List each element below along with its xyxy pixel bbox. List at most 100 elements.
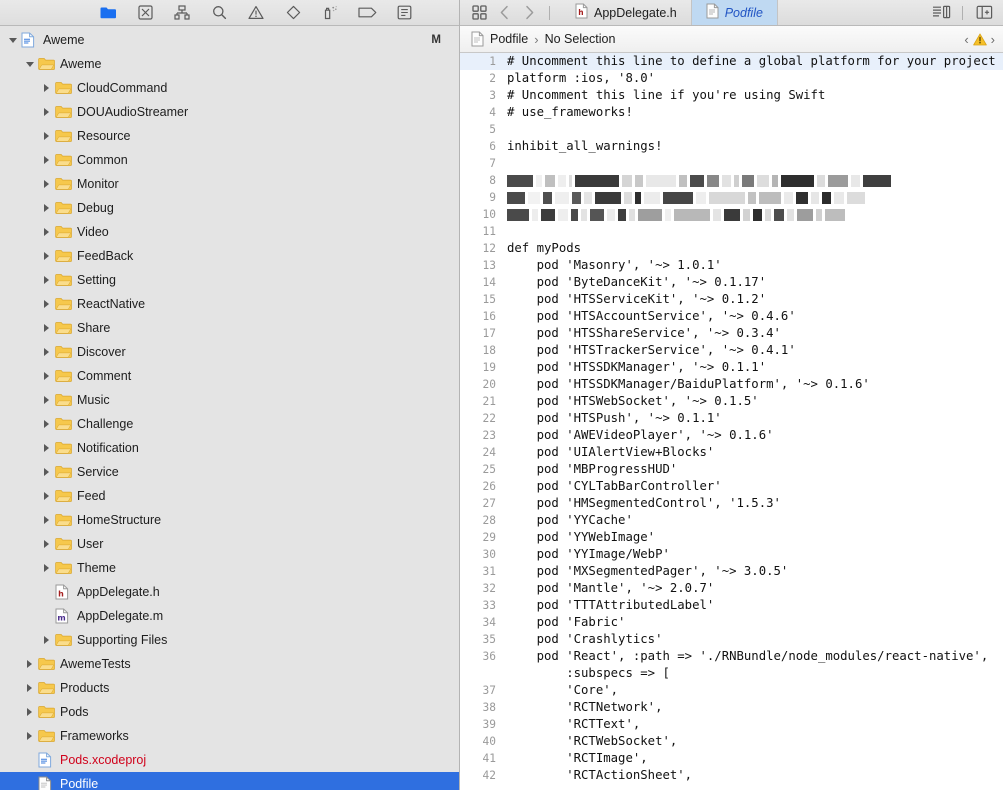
- file-tree-row[interactable]: Video: [0, 220, 459, 244]
- code-line[interactable]: 8: [460, 172, 1003, 189]
- code-line[interactable]: 26 pod 'CYLTabBarController': [460, 478, 1003, 495]
- file-tree-row[interactable]: AwemeTests: [0, 652, 459, 676]
- disclosure-triangle-closed[interactable]: [23, 730, 36, 743]
- code-line[interactable]: 12 def myPods: [460, 240, 1003, 257]
- assistant-editor-icon[interactable]: [973, 2, 995, 24]
- disclosure-triangle-closed[interactable]: [23, 706, 36, 719]
- disclosure-triangle-closed[interactable]: [40, 130, 53, 143]
- file-tree-row[interactable]: Setting: [0, 268, 459, 292]
- debug-navigator-tab[interactable]: [320, 4, 340, 22]
- code-line[interactable]: 24 pod 'UIAlertView+Blocks': [460, 444, 1003, 461]
- file-tree-row[interactable]: Pods: [0, 700, 459, 724]
- code-line[interactable]: 23 pod 'AWEVideoPlayer', '~> 0.1.6': [460, 427, 1003, 444]
- file-tree-row[interactable]: Discover: [0, 340, 459, 364]
- code-line[interactable]: 41 'RCTImage',: [460, 750, 1003, 767]
- file-tree-row[interactable]: Pods.xcodeproj: [0, 748, 459, 772]
- code-line[interactable]: 7: [460, 155, 1003, 172]
- code-line[interactable]: 34 pod 'Fabric': [460, 614, 1003, 631]
- disclosure-triangle-closed[interactable]: [40, 394, 53, 407]
- code-line[interactable]: 21 pod 'HTSWebSocket', '~> 0.1.5': [460, 393, 1003, 410]
- code-line[interactable]: 18 pod 'HTSTrackerService', '~> 0.4.1': [460, 342, 1003, 359]
- code-line[interactable]: 1 # Uncomment this line to define a globa…: [460, 53, 1003, 70]
- code-line[interactable]: 11: [460, 223, 1003, 240]
- disclosure-triangle-closed[interactable]: [40, 514, 53, 527]
- code-line[interactable]: 20 pod 'HTSSDKManager/BaiduPlatform', '~…: [460, 376, 1003, 393]
- jumpbar-filename[interactable]: Podfile: [490, 32, 528, 46]
- chevron-right-icon[interactable]: ›: [991, 32, 995, 47]
- code-line[interactable]: 6 inhibit_all_warnings!: [460, 138, 1003, 155]
- code-line[interactable]: 42 'RCTActionSheet',: [460, 767, 1003, 784]
- disclosure-triangle-closed[interactable]: [40, 106, 53, 119]
- code-line[interactable]: 17 pod 'HTSShareService', '~> 0.3.4': [460, 325, 1003, 342]
- disclosure-triangle-closed[interactable]: [40, 490, 53, 503]
- file-tree-row[interactable]: Frameworks: [0, 724, 459, 748]
- disclosure-triangle-closed[interactable]: [40, 226, 53, 239]
- code-line[interactable]: 13 pod 'Masonry', '~> 1.0.1': [460, 257, 1003, 274]
- code-line[interactable]: 15 pod 'HTSServiceKit', '~> 0.1.2': [460, 291, 1003, 308]
- disclosure-triangle-closed[interactable]: [40, 370, 53, 383]
- file-tree-row[interactable]: Service: [0, 460, 459, 484]
- file-tree-row[interactable]: User: [0, 532, 459, 556]
- disclosure-triangle-closed[interactable]: [40, 202, 53, 215]
- related-items-icon[interactable]: [468, 2, 490, 24]
- file-tree-row[interactable]: m AppDelegate.m: [0, 604, 459, 628]
- code-line[interactable]: 35 pod 'Crashlytics': [460, 631, 1003, 648]
- file-tree-row[interactable]: Products: [0, 676, 459, 700]
- find-navigator-tab[interactable]: [209, 4, 229, 22]
- file-tree-row[interactable]: Comment: [0, 364, 459, 388]
- project-navigator-tab[interactable]: [98, 4, 118, 22]
- disclosure-triangle-closed[interactable]: [40, 298, 53, 311]
- code-line[interactable]: 10: [460, 206, 1003, 223]
- code-line[interactable]: 22 pod 'HTSPush', '~> 0.1.1': [460, 410, 1003, 427]
- code-line[interactable]: 31 pod 'MXSegmentedPager', '~> 3.0.5': [460, 563, 1003, 580]
- file-tree[interactable]: Aweme M Aweme CloudCommand DOUAudioStreamer R…: [0, 26, 459, 790]
- tab-appdelegate-h[interactable]: h AppDelegate.h: [561, 0, 692, 25]
- disclosure-triangle-closed[interactable]: [40, 154, 53, 167]
- code-line[interactable]: 33 pod 'TTTAttributedLabel': [460, 597, 1003, 614]
- file-tree-row-selected[interactable]: Podfile: [0, 772, 459, 790]
- code-line[interactable]: 39 'RCTText',: [460, 716, 1003, 733]
- code-line[interactable]: :subspecs => [: [460, 665, 1003, 682]
- disclosure-triangle-closed[interactable]: [40, 250, 53, 263]
- disclosure-triangle-open[interactable]: [23, 58, 36, 71]
- file-tree-row[interactable]: Feed: [0, 484, 459, 508]
- file-tree-row[interactable]: Notification: [0, 436, 459, 460]
- disclosure-triangle-closed[interactable]: [40, 178, 53, 191]
- file-tree-row[interactable]: Resource: [0, 124, 459, 148]
- code-line[interactable]: 28 pod 'YYCache': [460, 512, 1003, 529]
- file-tree-row[interactable]: Aweme M: [0, 28, 459, 52]
- issue-navigator-tab[interactable]: [246, 4, 266, 22]
- standard-editor-icon[interactable]: [930, 2, 952, 24]
- disclosure-triangle-closed[interactable]: [23, 658, 36, 671]
- code-line[interactable]: 38 'RCTNetwork',: [460, 699, 1003, 716]
- code-editor[interactable]: 1 # Uncomment this line to define a globa…: [460, 53, 1003, 790]
- file-tree-row[interactable]: Share: [0, 316, 459, 340]
- code-line[interactable]: 40 'RCTWebSocket',: [460, 733, 1003, 750]
- tab-podfile[interactable]: Podfile: [691, 0, 778, 25]
- disclosure-triangle-closed[interactable]: [40, 82, 53, 95]
- code-line[interactable]: 16 pod 'HTSAccountService', '~> 0.4.6': [460, 308, 1003, 325]
- file-tree-row[interactable]: Challenge: [0, 412, 459, 436]
- code-line[interactable]: 30 pod 'YYImage/WebP': [460, 546, 1003, 563]
- file-tree-row[interactable]: Music: [0, 388, 459, 412]
- disclosure-triangle-closed[interactable]: [40, 466, 53, 479]
- back-arrow-icon[interactable]: [493, 2, 515, 24]
- code-line[interactable]: 27 pod 'HMSegmentedControl', '1.5.3': [460, 495, 1003, 512]
- code-line[interactable]: 2 platform :ios, '8.0': [460, 70, 1003, 87]
- file-tree-row[interactable]: DOUAudioStreamer: [0, 100, 459, 124]
- code-line[interactable]: 36 pod 'React', :path => './RNBundle/nod…: [460, 648, 1003, 665]
- chevron-left-icon[interactable]: ‹: [964, 32, 968, 47]
- file-tree-row[interactable]: Common: [0, 148, 459, 172]
- disclosure-triangle-closed[interactable]: [40, 274, 53, 287]
- file-tree-row[interactable]: HomeStructure: [0, 508, 459, 532]
- forward-arrow-icon[interactable]: [518, 2, 540, 24]
- code-line[interactable]: 14 pod 'ByteDanceKit', '~> 0.1.17': [460, 274, 1003, 291]
- code-line[interactable]: 32 pod 'Mantle', '~> 2.0.7': [460, 580, 1003, 597]
- code-line[interactable]: 3 # Uncomment this line if you're using S…: [460, 87, 1003, 104]
- symbol-navigator-tab[interactable]: [172, 4, 192, 22]
- code-line[interactable]: 19 pod 'HTSSDKManager', '~> 0.1.1': [460, 359, 1003, 376]
- file-tree-row[interactable]: Theme: [0, 556, 459, 580]
- code-line[interactable]: 4 # use_frameworks!: [460, 104, 1003, 121]
- code-line[interactable]: 37 'Core',: [460, 682, 1003, 699]
- file-tree-row[interactable]: Monitor: [0, 172, 459, 196]
